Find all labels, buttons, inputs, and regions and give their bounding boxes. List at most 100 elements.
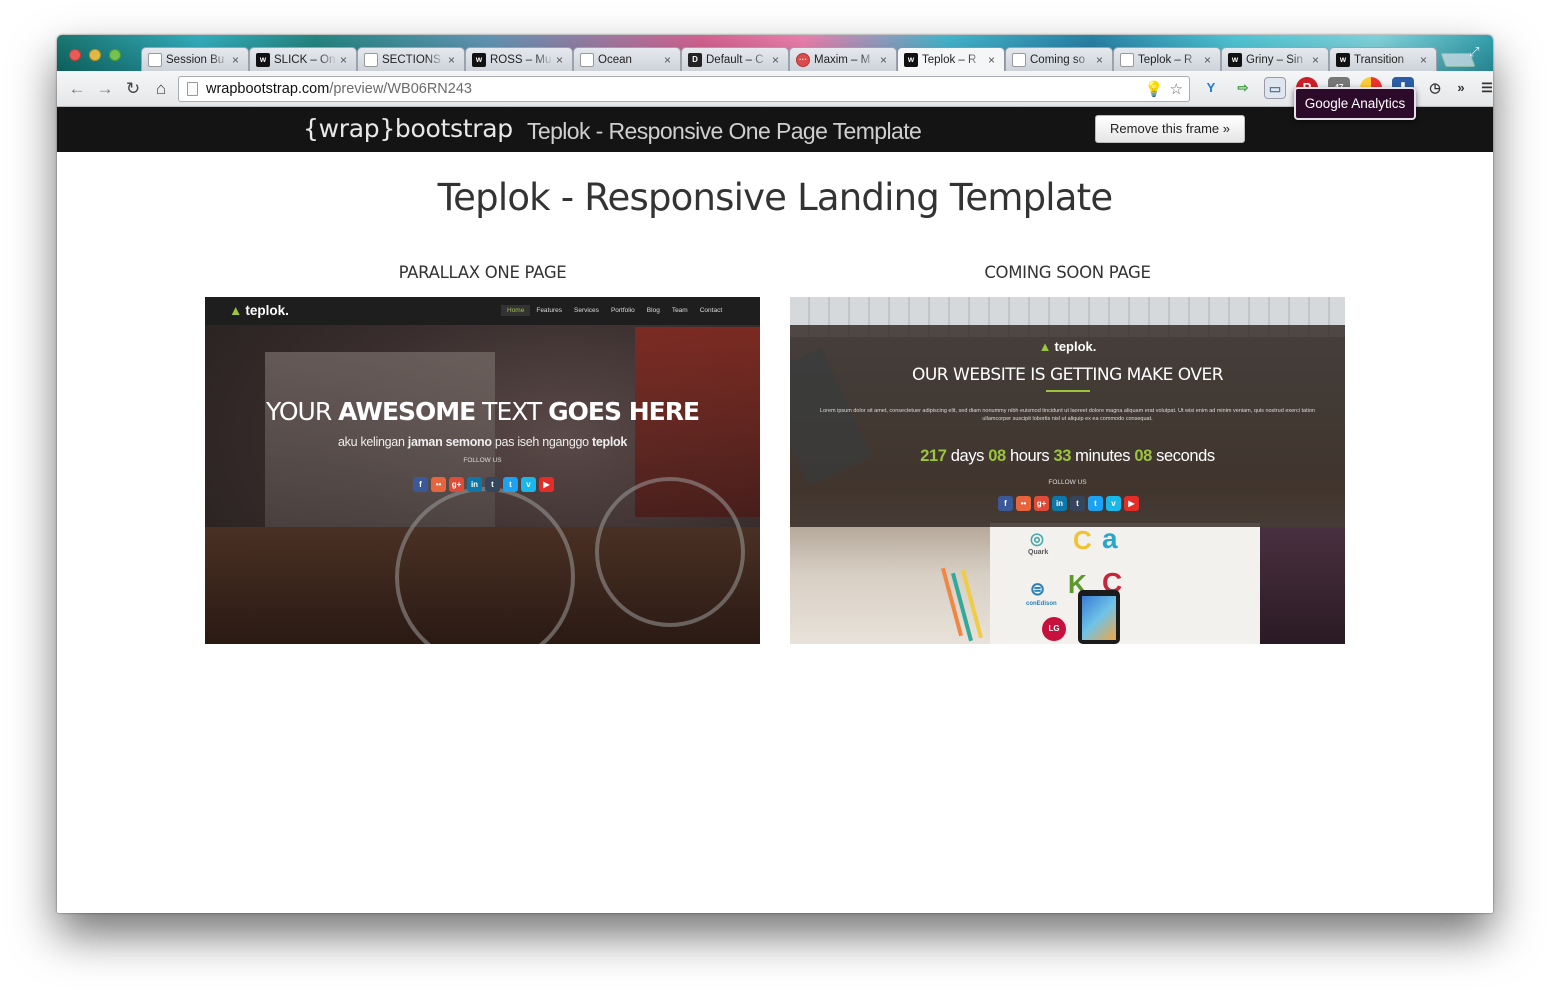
close-window-button[interactable] (69, 49, 81, 61)
linkedin-icon: in (467, 477, 482, 492)
tab-close-icon[interactable]: × (664, 53, 674, 67)
preview-menu-item: Team (671, 307, 688, 314)
home-icon[interactable]: ⌂ (149, 77, 173, 101)
browser-tab[interactable]: Teplok – R × (1113, 47, 1221, 71)
coming-soon-preview-image[interactable]: ◎ Quark C a ⊜ conEdison K C LG ▲ teplok. … (790, 297, 1345, 644)
browser-tab[interactable]: w SLICK – On × (249, 47, 357, 71)
vimeo-icon: v (521, 477, 536, 492)
tab-title: Maxim – M (814, 53, 871, 66)
tab-title: Teplok – R (1138, 53, 1193, 66)
browser-window: Session Bu × w SLICK – On × SECTIONS × w ROSS – … (57, 35, 1493, 913)
preview-navbar: ▲ teplok. Home Features Services Portfolio Bl… (205, 297, 760, 325)
conedison-logo-text: conEdison (1026, 601, 1057, 607)
tab-title: SECTIONS (382, 53, 441, 66)
browser-tab[interactable]: D Default – C × (681, 47, 789, 71)
lightbulb-icon[interactable]: 💡 (1145, 80, 1164, 98)
countdown-days: 217 (920, 447, 947, 465)
tab-close-icon[interactable]: × (232, 53, 242, 67)
reload-icon[interactable]: ↻ (121, 77, 145, 101)
parallax-preview-image[interactable]: ▲ teplok. Home Features Services Portfolio Bl… (205, 297, 760, 644)
flickr-icon: •• (1016, 496, 1031, 511)
tab-title: Transition (1354, 53, 1405, 66)
forward-tab-icon[interactable]: ⇨ (1232, 77, 1254, 99)
preview-menu-item: Contact (699, 307, 723, 314)
tab-close-icon[interactable]: × (880, 53, 890, 67)
yellow-c-logo: C (1073, 525, 1092, 555)
browser-tab[interactable]: ··· Maxim – M × (789, 47, 897, 71)
ghostery-icon[interactable]: Y (1200, 77, 1222, 99)
wrapbootstrap-favicon-icon: w (1228, 52, 1242, 67)
tab-title: Default – C (706, 53, 764, 66)
bicycle-wheel-front (595, 477, 745, 627)
tab-close-icon[interactable]: × (340, 53, 350, 67)
google-analytics-button[interactable]: Google Analytics (1294, 87, 1416, 120)
purple-folder-shape (1260, 527, 1345, 644)
overflow-chevron-icon[interactable]: » (1456, 77, 1466, 99)
countdown: 217 days 08 hours 33 minutes 08 seconds (920, 447, 1215, 465)
countdown-seconds: 08 (1134, 447, 1152, 465)
browser-tab[interactable]: w Teplok – R × (897, 47, 1005, 71)
template-title: Teplok - Responsive One Page Template (527, 118, 922, 144)
google-plus-icon: g+ (449, 477, 464, 492)
wrapbootstrap-favicon-icon: w (1336, 52, 1350, 67)
tab-close-icon[interactable]: × (1096, 53, 1106, 67)
lg-logo: LG (1042, 617, 1066, 641)
preview-brand: ▲ teplok. (1038, 339, 1097, 354)
url-host: wrapbootstrap.com (206, 81, 330, 97)
flickr-icon: •• (431, 477, 446, 492)
youtube-icon: ▶ (1124, 496, 1139, 511)
menu-icon[interactable]: ☰ (1476, 77, 1493, 99)
page-heading: Teplok - Responsive Landing Template (437, 176, 1113, 219)
social-icons: f •• g+ in t t v ▶ (998, 496, 1139, 511)
tab-close-icon[interactable]: × (1312, 53, 1322, 67)
countdown-hours: 08 (988, 447, 1006, 465)
wrapbootstrap-favicon-icon: w (904, 52, 918, 67)
countdown-minutes: 33 (1053, 447, 1071, 465)
browser-tab[interactable]: Session Bu × (141, 47, 249, 71)
wrapbootstrap-favicon-icon: w (472, 52, 486, 67)
minimize-window-button[interactable] (89, 49, 101, 61)
flask-icon: ▲ (229, 303, 243, 318)
preview-menu-item: Portfolio (610, 307, 635, 314)
browser-tab[interactable]: Coming so × (1005, 47, 1113, 71)
twitter-icon: t (503, 477, 518, 492)
browser-tab[interactable]: Ocean × (573, 47, 681, 71)
tab-close-icon[interactable]: × (1420, 53, 1430, 67)
browser-tab[interactable]: w ROSS – Mu × (465, 47, 573, 71)
clock-icon[interactable]: ◷ (1424, 77, 1446, 99)
browser-tab[interactable]: SECTIONS × (357, 47, 465, 71)
tab-close-icon[interactable]: × (556, 53, 566, 67)
blue-a-logo: a (1102, 523, 1118, 554)
quark-logo-text: Quark (1028, 549, 1049, 556)
preview-menu-item: Home (501, 305, 531, 316)
browser-tab[interactable]: w Griny – Sin × (1221, 47, 1329, 71)
back-arrow-icon[interactable]: ← (65, 77, 89, 101)
tumblr-icon: t (485, 477, 500, 492)
preview-subtitle: aku kelingan jaman semono pas iseh ngang… (338, 435, 627, 449)
headline-rule (1046, 390, 1090, 392)
fullscreen-icon[interactable]: ⤢ (1469, 44, 1483, 59)
tab-close-icon[interactable]: × (988, 53, 998, 67)
preview-content: Teplok - Responsive Landing Template PAR… (57, 152, 1493, 913)
bookmark-star-icon[interactable]: ☆ (1170, 80, 1183, 98)
flask-icon: ▲ (1038, 339, 1052, 354)
forward-arrow-icon[interactable]: → (93, 77, 117, 101)
lorem-text: Lorem ipsum dolor sit amet, consectetuer… (820, 408, 1315, 422)
tab-close-icon[interactable]: × (448, 53, 458, 67)
tab-title: Coming so (1030, 53, 1085, 66)
window-icon[interactable]: ▭ (1264, 77, 1286, 99)
preview-menu: Home Features Services Portfolio Blog Team Con… (501, 305, 728, 316)
tab-close-icon[interactable]: × (772, 53, 782, 67)
wrapbootstrap-logo[interactable]: {wrap}bootstrap (303, 114, 513, 143)
page-icon (187, 82, 198, 96)
tab-close-icon[interactable]: × (1204, 53, 1214, 67)
remove-frame-button[interactable]: Remove this frame » (1095, 115, 1245, 143)
address-bar[interactable]: wrapbootstrap.com/preview/WB06RN243 💡 ☆ (178, 76, 1190, 102)
google-plus-icon: g+ (1034, 496, 1049, 511)
tab-title: Ocean (598, 53, 632, 66)
browser-tab[interactable]: w Transition × (1329, 47, 1437, 71)
preview-brand: ▲ teplok. (229, 303, 289, 318)
d-favicon-icon: D (688, 52, 702, 67)
twitter-icon: t (1088, 496, 1103, 511)
zoom-window-button[interactable] (109, 49, 121, 61)
